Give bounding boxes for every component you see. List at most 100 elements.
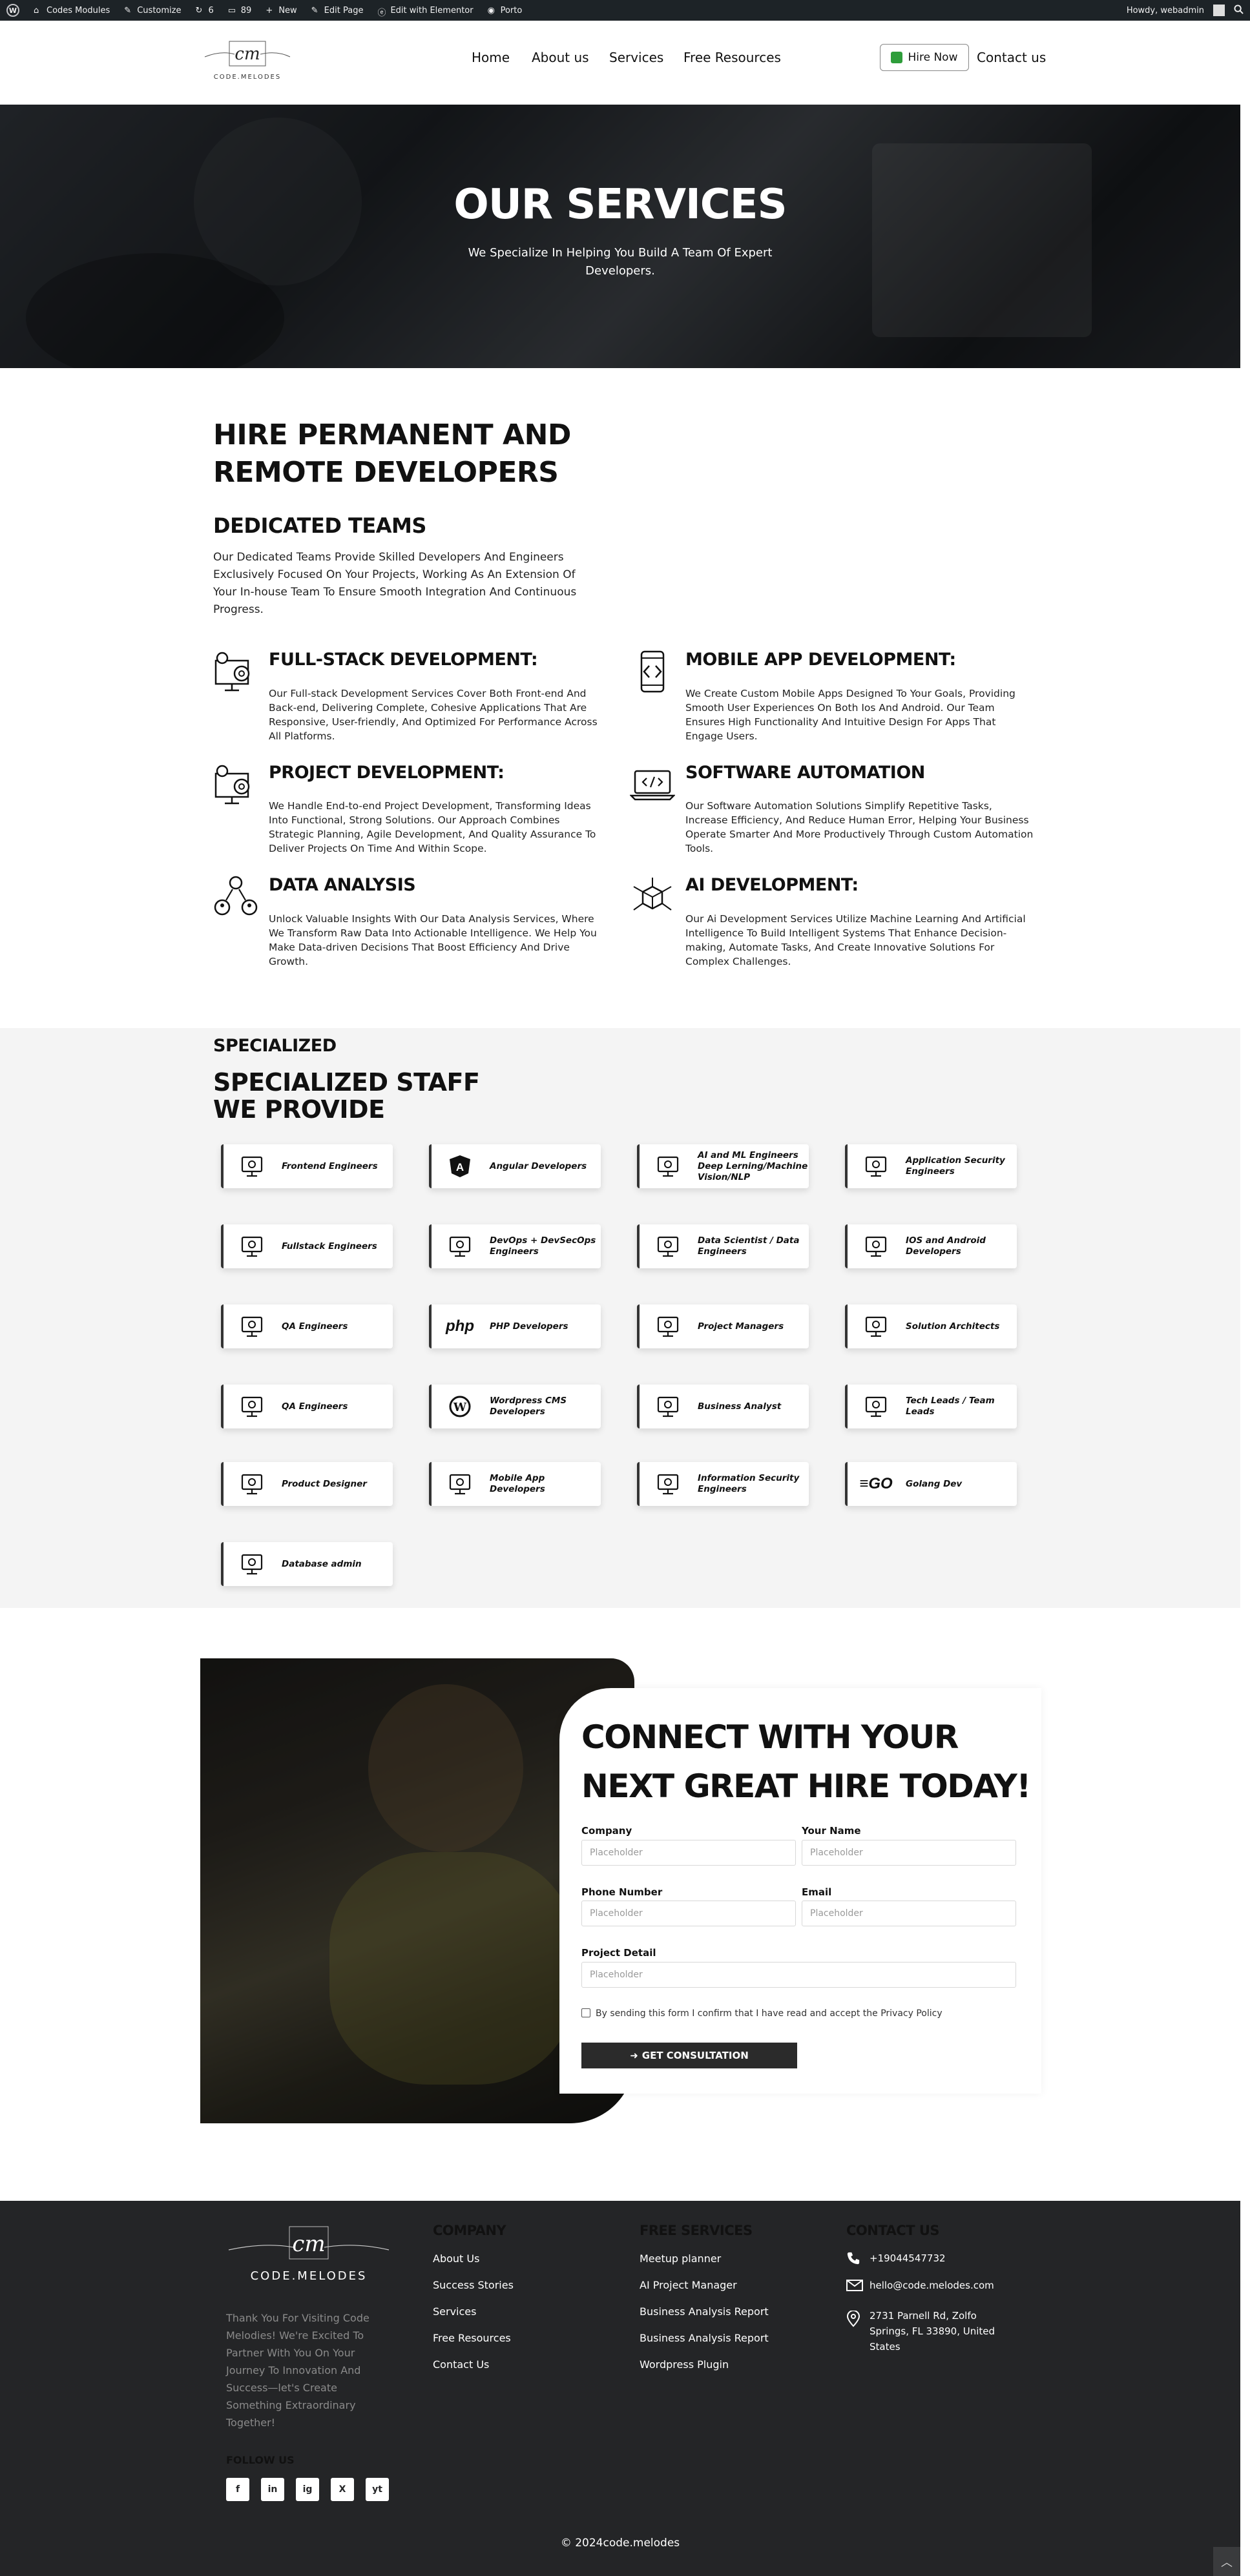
project-label: Project Detail (581, 1947, 656, 1959)
staff-card-label: Application Security Engineers (906, 1155, 1005, 1177)
get-consultation-button[interactable]: ➜ GET CONSULTATION (581, 2043, 797, 2068)
elementor-icon: ⓔ (377, 8, 386, 18)
admin-updates-link[interactable]: ↻ 6 (195, 6, 213, 16)
facebook-icon[interactable]: f (226, 2478, 249, 2501)
staff-card[interactable]: Application Security Engineers (845, 1144, 1017, 1188)
name-input[interactable]: Placeholder (802, 1840, 1016, 1866)
staff-card[interactable]: Business Analyst (637, 1385, 809, 1428)
specialized-section (0, 1028, 1240, 1608)
staff-card-label: Database admin (282, 1558, 362, 1569)
wordpress-logo-icon[interactable]: W (6, 4, 19, 17)
footer-address: 2731 Parnell Rd, Zolfo Springs, FL 33890… (870, 2310, 995, 2353)
admin-elementor-link[interactable]: ⓔ Edit with Elementor (377, 6, 473, 19)
nav-free-resources[interactable]: Free Resources (683, 50, 781, 65)
staff-card[interactable]: DevOps + DevSecOps Engineers (429, 1224, 601, 1268)
footer-link-success[interactable]: Success Stories (433, 2279, 514, 2291)
scroll-to-top-button[interactable]: ︿ (1213, 2547, 1240, 2576)
admin-customize-link[interactable]: ✎ Customize (124, 6, 181, 16)
staff-card[interactable]: Mobile App Developers (429, 1462, 601, 1506)
footer-phone[interactable]: +19044547732 (870, 2252, 946, 2264)
footer-link-ai-pm[interactable]: AI Project Manager (640, 2279, 737, 2291)
contact-title-line1: CONNECT WITH YOUR (581, 1718, 959, 1756)
phone-input[interactable]: Placeholder (581, 1901, 796, 1926)
staff-card[interactable]: Product Designer (221, 1462, 393, 1506)
staff-card-label: Data Scientist / Data Engineers (698, 1235, 800, 1257)
footer-link-about[interactable]: About Us (433, 2252, 479, 2265)
footer-link-bar-2[interactable]: Business Analysis Report (640, 2332, 769, 2344)
ai-chip-icon (654, 1152, 682, 1180)
footer-email[interactable]: hello@code.melodes.com (870, 2280, 994, 2291)
service-project-icon (213, 762, 258, 810)
team-lead-icon (862, 1392, 890, 1421)
footer-link-resources[interactable]: Free Resources (433, 2332, 511, 2344)
head-gear-icon (238, 1470, 266, 1498)
staff-card[interactable]: Data Scientist / Data Engineers (637, 1224, 809, 1268)
service-automation-desc: Our Software Automation Solutions Simpli… (685, 800, 1034, 854)
service-data-title: DATA ANALYSIS (269, 875, 416, 895)
staff-card[interactable]: ≡GO Golang Dev (845, 1462, 1017, 1506)
staff-card[interactable]: IOS and Android Developers (845, 1224, 1017, 1268)
staff-card[interactable]: QA Engineers (221, 1385, 393, 1428)
staff-card[interactable]: Database admin (221, 1542, 393, 1586)
database-icon (238, 1550, 266, 1578)
instagram-icon[interactable]: ig (296, 2478, 319, 2501)
intro-heading: HIRE PERMANENT AND REMOTE DEVELOPERS (213, 418, 571, 489)
arrow-right-icon: ➜ (630, 2050, 638, 2061)
staff-card[interactable]: php PHP Developers (429, 1304, 601, 1348)
staff-card[interactable]: QA Engineers (221, 1304, 393, 1348)
admin-edit-page-link[interactable]: ✎ Edit Page (311, 6, 364, 16)
admin-howdy-link[interactable]: Howdy, webadmin (1127, 6, 1204, 15)
service-project-desc: We Handle End-to-end Project Development… (269, 800, 596, 854)
footer-link-wp-plugin[interactable]: Wordpress Plugin (640, 2358, 729, 2371)
golang-icon: ≡GO (859, 1475, 893, 1492)
nav-about-us[interactable]: About us (532, 50, 589, 65)
nav-contact-us[interactable]: Contact us (977, 50, 1046, 65)
admin-bar: W ⌂ Codes Modules ✎ Customize ↻ 6 ▭ 89 + New … (0, 0, 1250, 21)
youtube-icon[interactable]: yt (366, 2478, 389, 2501)
staff-card-label: Project Managers (698, 1321, 784, 1332)
shield-monitor-icon (862, 1152, 890, 1180)
admin-comments-link[interactable]: ▭ 89 (228, 6, 252, 16)
staff-card-label: DevOps + DevSecOps Engineers (490, 1235, 596, 1257)
footer-link-bar-1[interactable]: Business Analysis Report (640, 2305, 769, 2318)
avatar[interactable] (1213, 5, 1225, 16)
email-input[interactable]: Placeholder (802, 1901, 1016, 1926)
search-icon[interactable] (1234, 4, 1244, 17)
staff-card-label: Fullstack Engineers (282, 1241, 377, 1252)
project-input[interactable]: Placeholder (581, 1962, 1016, 1988)
svg-text:W: W (453, 1401, 467, 1414)
admin-porto-link[interactable]: ◉ Porto (487, 6, 523, 16)
service-automation-icon (629, 762, 676, 810)
contact-title-line2: NEXT GREAT HIRE TODAY! (581, 1767, 1031, 1805)
qa-monitor-icon (238, 1312, 266, 1341)
footer-link-meetup[interactable]: Meetup planner (640, 2252, 721, 2265)
linkedin-icon[interactable]: in (261, 2478, 284, 2501)
footer-link-contact[interactable]: Contact Us (433, 2358, 489, 2371)
admin-site-link[interactable]: ⌂ Codes Modules (34, 6, 110, 16)
staff-card[interactable]: W Wordpress CMS Developers (429, 1385, 601, 1428)
x-twitter-icon[interactable]: X (331, 2478, 354, 2501)
consent-checkbox[interactable] (581, 2008, 590, 2017)
footer-about: Thank You For Visiting Code Melodies! We… (226, 2312, 370, 2429)
staff-card-label: PHP Developers (490, 1321, 568, 1332)
staff-card[interactable]: Information Security Engineers (637, 1462, 809, 1506)
staff-card[interactable]: Project Managers (637, 1304, 809, 1348)
footer-link-services[interactable]: Services (433, 2305, 476, 2318)
staff-card[interactable]: Solution Architects (845, 1304, 1017, 1348)
nav-services[interactable]: Services (609, 50, 663, 65)
site-logo[interactable]: cm CODE.MELODES (202, 37, 293, 81)
staff-card-label: AI and ML Engineers Deep Lerning/Machine… (698, 1149, 808, 1182)
company-input[interactable]: Placeholder (581, 1840, 796, 1866)
nav-home[interactable]: Home (472, 50, 510, 65)
admin-new-link[interactable]: + New (266, 6, 297, 16)
staff-card[interactable]: Fullstack Engineers (221, 1224, 393, 1268)
footer-logo[interactable]: cm CODE.MELODES (226, 2223, 391, 2283)
service-data-desc: Unlock Valuable Insights With Our Data A… (269, 913, 597, 967)
staff-card[interactable]: AI and ML Engineers Deep Lerning/Machine… (637, 1144, 809, 1188)
staff-card[interactable]: Tech Leads / Team Leads (845, 1385, 1017, 1428)
hire-now-button[interactable]: Hire Now (880, 44, 969, 71)
staff-card[interactable]: Frontend Engineers (221, 1144, 393, 1188)
staff-card[interactable]: A Angular Developers (429, 1144, 601, 1188)
porto-icon: ◉ (487, 6, 495, 15)
brush-icon: ✎ (124, 6, 132, 15)
